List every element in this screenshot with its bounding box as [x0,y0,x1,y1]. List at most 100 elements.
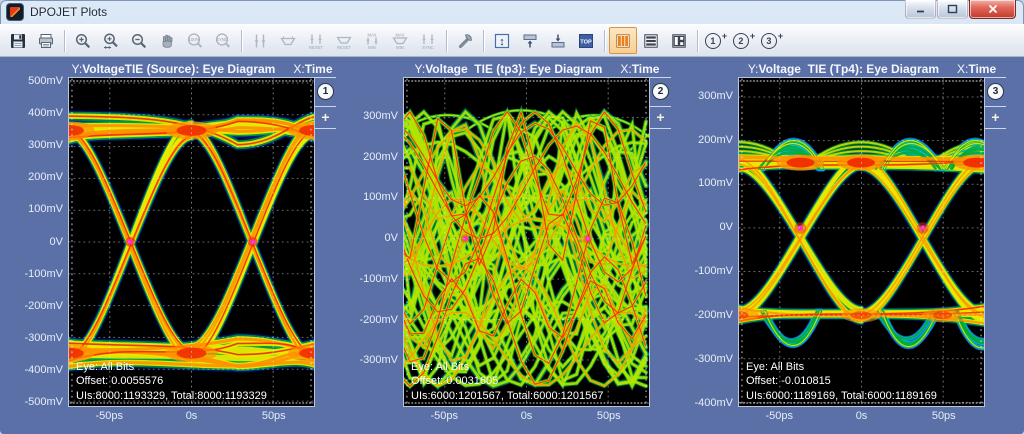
save-button[interactable] [4,27,32,54]
zoom-horizontal-button[interactable] [97,27,125,54]
plots-area: Y:VoltageTIE (Source): Eye DiagramX:Time… [0,57,1024,434]
layout-grid-button[interactable] [665,27,693,54]
y-tick-label: 300mV [28,139,63,152]
dock-top-icon [521,32,539,50]
toolbar-separator [446,30,447,52]
layout-columns-icon [614,32,632,50]
pan-button[interactable] [153,27,181,54]
svg-text:TOP: TOP [580,39,592,45]
svg-text:MAX: MAX [395,32,404,37]
plot1-eye-diagram[interactable]: Eye: All BitsOffset: 0.0055576UIs:8000:1… [68,77,315,407]
y-tick-label: -200mV [359,314,398,327]
maximize-button[interactable] [937,0,968,19]
show-plot2-button[interactable]: 2 + [730,27,758,54]
print-icon [37,32,55,50]
pan-hand-icon [158,32,176,50]
qualify-region-icon [279,32,297,50]
y-tick-label: -100mV [359,273,398,286]
plot2-number-icon: 2 [733,33,749,49]
minimize-icon [915,4,926,14]
plot-panel-1: Y:VoltageTIE (Source): Eye DiagramX:Time… [28,61,336,434]
y-tick-label: -300mV [359,354,398,367]
plus-icon: + [722,31,727,41]
plot3-number-badge[interactable]: 3 [987,83,1004,100]
plot1-add-button[interactable]: + [321,111,329,123]
cursors-sync-icon: SYNC [418,32,438,50]
save-icon [9,32,27,50]
y-tick-label: -500mV [24,396,63,409]
fit-vertical-button[interactable]: ↕ [488,27,516,54]
plot2-number-badge[interactable]: 2 [652,83,669,100]
cursors-maxmin-button: MAX MIN [358,27,386,54]
layout-rows-button[interactable] [637,27,665,54]
plot2-eye-canvas [404,78,649,406]
toolbar-separator [697,30,698,52]
cursors-maxmin-icon: MAX MIN [362,32,382,50]
toolbar-separator [604,30,605,52]
plot1-eye-canvas [69,78,314,406]
toolbar: 100% SYNC R [0,24,1024,57]
region-maxmin-icon: MAX MIN [390,32,410,50]
wrench-icon [456,32,474,50]
zoom-100-icon: 100% [186,32,204,50]
plot2-y-axis: 300mV200mV100mV0V-100mV-200mV-300mV [363,77,403,407]
layout-rows-icon [642,32,660,50]
y-tick-label: 500mV [28,75,63,88]
plot3-badge-column: 3 + [985,77,1006,407]
y-tick-label: -300mV [694,353,733,366]
show-plot3-button[interactable]: 3 + [758,27,786,54]
y-tick-label: 300mV [698,90,733,103]
y-tick-label: 200mV [28,171,63,184]
plot1-title: Y:VoltageTIE (Source): Eye DiagramX:Time [68,61,336,77]
plot3-x-axis: -50ps 0s 50ps [738,407,985,425]
qualify-region-button [274,27,302,54]
y-tick-label: -400mV [694,397,733,410]
print-button[interactable] [32,27,60,54]
cursors-reset-button: RESET [302,27,330,54]
plot2-add-button[interactable]: + [656,111,664,123]
layout-grid-icon [670,32,688,50]
always-on-top-button[interactable]: TOP [572,27,600,54]
y-tick-label: 200mV [363,151,398,164]
window-title: DPOJET Plots [30,5,107,19]
plot2-title: Y:Voltage TIE (tp3): Eye DiagramX:Time [403,61,671,77]
configure-button[interactable] [451,27,479,54]
y-tick-label: -200mV [24,300,63,313]
plot3-y-axis: 300mV200mV100mV0V-100mV-200mV-300mV-400m… [698,77,738,407]
y-tick-label: 100mV [28,203,63,216]
plus-icon: + [750,31,755,41]
plot3-eye-diagram[interactable]: Eye: All BitsOffset: -0.010815UIs:6000:1… [738,77,985,407]
y-tick-label: 0V [50,236,63,249]
close-button[interactable] [969,0,1016,19]
plot3-add-button[interactable]: + [991,111,999,123]
fit-vertical-icon: ↕ [493,32,511,50]
y-tick-label: -200mV [694,309,733,322]
y-tick-label: -300mV [24,332,63,345]
plot1-x-axis: -50ps 0s 50ps [68,407,315,425]
svg-text:RESET: RESET [309,45,323,50]
y-tick-label: 0V [720,221,733,234]
zoom-in-icon [74,32,92,50]
plot-panel-3: Y:Voltage TIE (Tp4): Eye DiagramX:Time 3… [698,61,1006,434]
y-tick-label: 100mV [698,177,733,190]
maximize-icon [947,4,958,14]
svg-text:100%: 100% [188,37,199,42]
plot1-y-axis: 500mV400mV300mV200mV100mV0V-100mV-200mV-… [28,77,68,407]
minimize-button[interactable] [905,0,936,19]
vertical-cursors-icon [251,32,269,50]
layout-columns-button[interactable] [609,27,637,54]
zoom-out-button[interactable] [125,27,153,54]
plot2-eye-diagram[interactable]: Eye: All BitsOffset: 0.0031605UIs:6000:1… [403,77,650,407]
zoom-in-button[interactable] [69,27,97,54]
zoom-out-icon [130,32,148,50]
close-icon [988,4,998,14]
show-plot1-button[interactable]: 1 + [702,27,730,54]
plot3-eye-canvas [739,78,984,406]
dock-bottom-button[interactable] [544,27,572,54]
app-icon [7,4,23,20]
dock-top-button[interactable] [516,27,544,54]
y-tick-label: 0V [385,232,398,245]
toolbar-separator [241,30,242,52]
plot1-number-badge[interactable]: 1 [317,83,334,100]
titlebar[interactable]: DPOJET Plots [0,0,1024,24]
